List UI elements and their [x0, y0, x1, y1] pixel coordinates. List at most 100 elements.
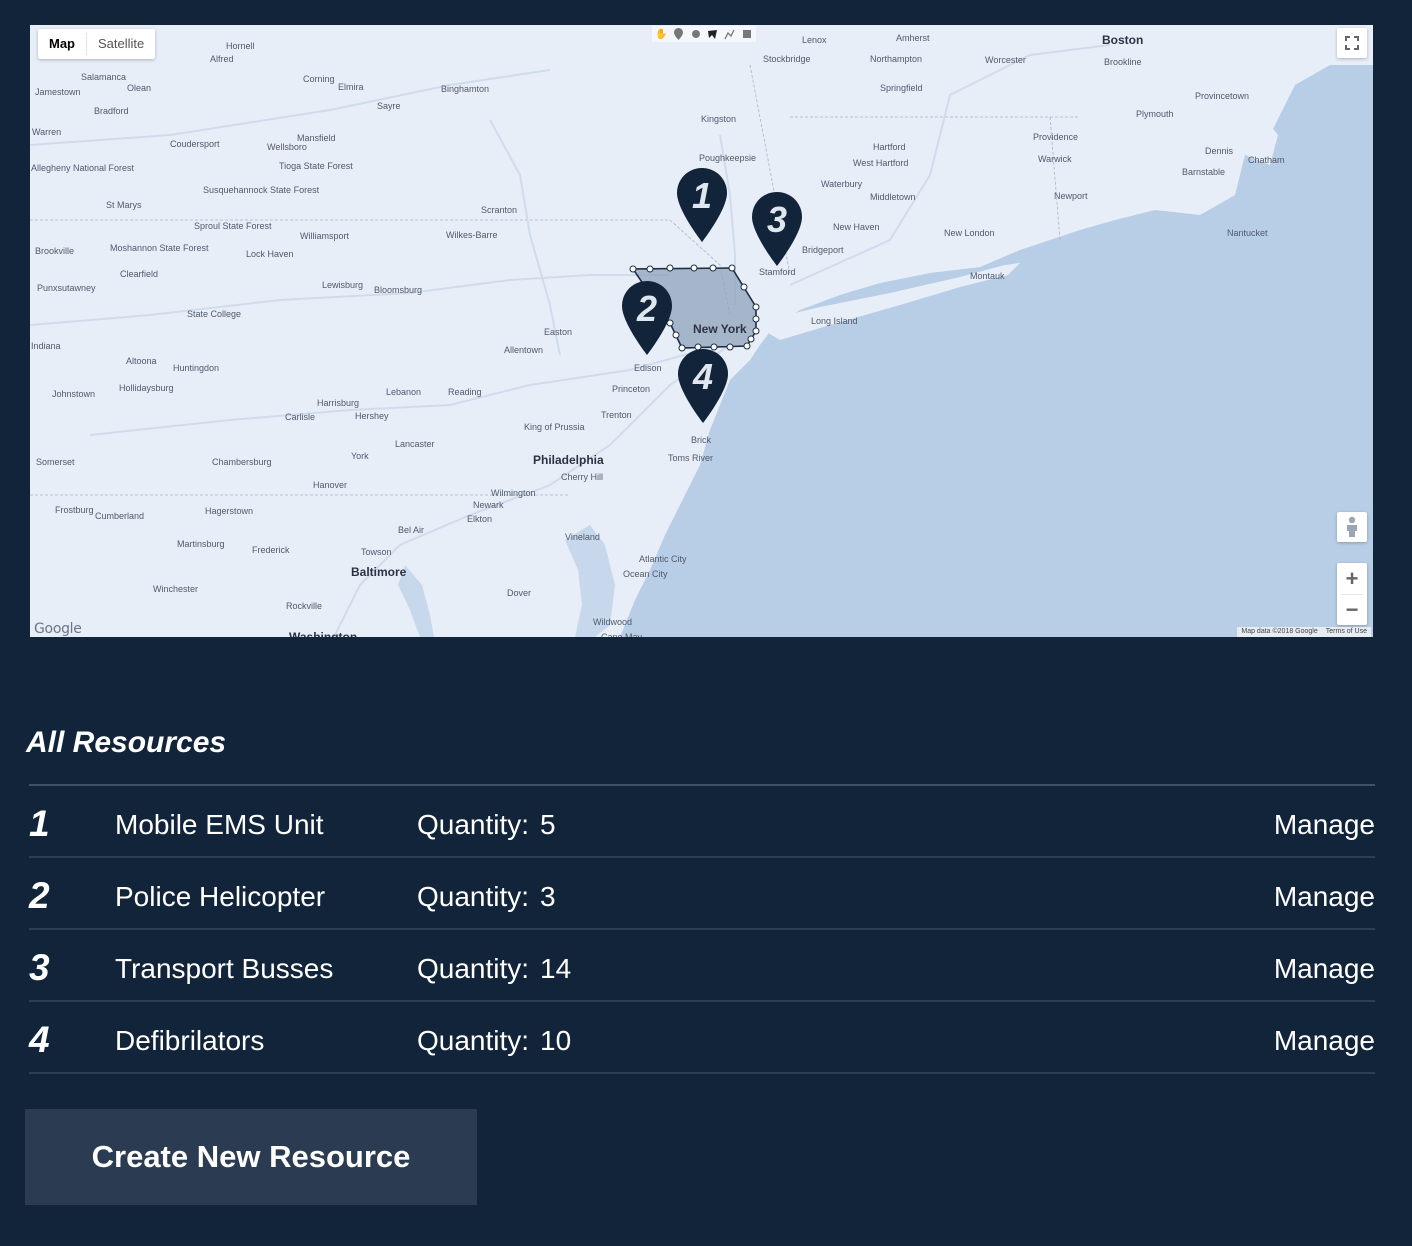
place-label: Newark	[473, 500, 504, 510]
resource-name: Police Helicopter	[115, 881, 326, 912]
place-label: Bel Air	[398, 525, 424, 535]
place-label: Wildwood	[593, 617, 632, 627]
zoom-in-button[interactable]: +	[1337, 564, 1367, 594]
place-label: Moshannon State Forest	[110, 243, 209, 253]
place-label: Clearfield	[120, 269, 158, 279]
map-type-map-button[interactable]: Map	[38, 29, 86, 59]
place-label: Montauk	[970, 271, 1005, 281]
place-label: Martinsburg	[177, 539, 225, 549]
place-label: Sayre	[377, 101, 401, 111]
place-label: Williamsport	[300, 231, 350, 241]
place-label: Chambersburg	[212, 457, 272, 467]
place-label: Punxsutawney	[37, 283, 96, 293]
polygon-icon[interactable]	[706, 28, 719, 41]
place-label: Hershey	[355, 411, 389, 421]
place-label: Warren	[32, 127, 61, 137]
place-label: Springfield	[880, 83, 923, 93]
map[interactable]: Boston Brookline Worcester Springfield Provi…	[30, 25, 1373, 637]
place-label: Cape May	[601, 632, 643, 637]
map-type-satellite-button[interactable]: Satellite	[87, 29, 155, 59]
place-label: Allentown	[504, 345, 543, 355]
hand-icon[interactable]: ✋	[655, 28, 668, 41]
place-label: Brookville	[35, 246, 74, 256]
place-label: Bridgeport	[802, 245, 844, 255]
resource-row: 2 Police Helicopter Quantity: 3 Manage	[29, 858, 1375, 930]
manage-link[interactable]: Manage	[1274, 808, 1375, 842]
place-label: Carlisle	[285, 412, 315, 422]
place-label: Lewisburg	[322, 280, 363, 290]
rectangle-icon[interactable]	[740, 28, 753, 41]
place-label: Indiana	[31, 341, 61, 351]
place-label: Tioga State Forest	[279, 161, 353, 171]
place-label: Atlantic City	[639, 554, 687, 564]
place-label: Easton	[544, 327, 572, 337]
place-label: Lock Haven	[246, 249, 294, 259]
place-label: Nantucket	[1227, 228, 1268, 238]
place-label: Rockville	[286, 601, 322, 611]
map-marker-3[interactable]: 3	[752, 192, 802, 266]
marker-label: 2	[636, 288, 658, 329]
place-label: Waterbury	[821, 179, 863, 189]
fullscreen-icon	[1345, 36, 1359, 50]
place-label: Cherry Hill	[561, 472, 603, 482]
place-label: Washington	[289, 630, 357, 637]
place-label: Bloomsburg	[374, 285, 422, 295]
map-data-text: Map data ©2018 Google	[1241, 628, 1318, 635]
manage-link[interactable]: Manage	[1274, 952, 1375, 986]
place-label: Hartford	[873, 142, 906, 152]
marker-icon[interactable]	[672, 28, 685, 41]
street-view-button[interactable]	[1337, 512, 1367, 542]
map-marker-2[interactable]: 2	[622, 281, 672, 355]
place-label: St Marys	[106, 200, 142, 210]
place-label: Allegheny National Forest	[31, 163, 135, 173]
place-label: Wilkes-Barre	[446, 230, 498, 240]
place-label: Salamanca	[81, 72, 126, 82]
place-label: King of Prussia	[524, 422, 585, 432]
place-label: Chatham	[1248, 155, 1285, 165]
place-label: Edison	[634, 363, 662, 373]
map-marker-1[interactable]: 1	[677, 168, 727, 242]
zoom-out-button[interactable]: −	[1337, 595, 1367, 625]
place-label: Baltimore	[351, 565, 407, 579]
place-label: Toms River	[668, 453, 713, 463]
circle-icon[interactable]	[689, 28, 702, 41]
place-label: Bradford	[94, 106, 129, 116]
map-marker-4[interactable]: 4	[678, 349, 728, 423]
place-label: Hagerstown	[205, 506, 253, 516]
manage-link[interactable]: Manage	[1274, 1024, 1375, 1058]
place-label: Long Island	[811, 316, 858, 326]
manage-link[interactable]: Manage	[1274, 880, 1375, 914]
page: Boston Brookline Worcester Springfield Provi…	[0, 0, 1412, 1246]
terms-link[interactable]: Terms of Use	[1326, 627, 1367, 637]
create-new-resource-button[interactable]: Create New Resource	[25, 1109, 477, 1205]
marker-label: 3	[766, 199, 788, 240]
place-label: Princeton	[612, 384, 650, 394]
resource-number: 4	[29, 1019, 50, 1060]
place-label: Warwick	[1038, 154, 1072, 164]
place-label: Wilmington	[491, 488, 536, 498]
place-label: Coudersport	[170, 139, 220, 149]
map-canvas[interactable]: Boston Brookline Worcester Springfield Provi…	[30, 25, 1373, 637]
place-label: Jamestown	[35, 87, 81, 97]
place-label: Elkton	[467, 514, 492, 524]
quantity-value: 3	[540, 881, 556, 912]
place-label: Scranton	[481, 205, 517, 215]
place-label: Boston	[1102, 33, 1143, 47]
resource-row: 4 Defibrilators Quantity: 10 Manage	[29, 1002, 1375, 1074]
resource-number: 1	[29, 803, 50, 844]
place-label: Plymouth	[1136, 109, 1174, 119]
resource-name: Defibrilators	[115, 1025, 265, 1056]
place-label: Lenox	[802, 35, 827, 45]
quantity-label: Quantity:	[417, 953, 530, 984]
drawing-toolbar: ✋	[652, 26, 756, 42]
polyline-icon[interactable]	[723, 28, 736, 41]
place-label: Somerset	[36, 457, 75, 467]
place-label: Providence	[1033, 132, 1078, 142]
place-label: New Haven	[833, 222, 880, 232]
place-label: Corning	[303, 74, 335, 84]
fullscreen-button[interactable]	[1337, 28, 1367, 58]
resource-list: 1 Mobile EMS Unit Quantity: 5 Manage 2 P…	[29, 784, 1375, 1074]
place-label: Elmira	[338, 82, 364, 92]
place-label: Winchester	[153, 584, 198, 594]
place-label: Reading	[448, 387, 482, 397]
